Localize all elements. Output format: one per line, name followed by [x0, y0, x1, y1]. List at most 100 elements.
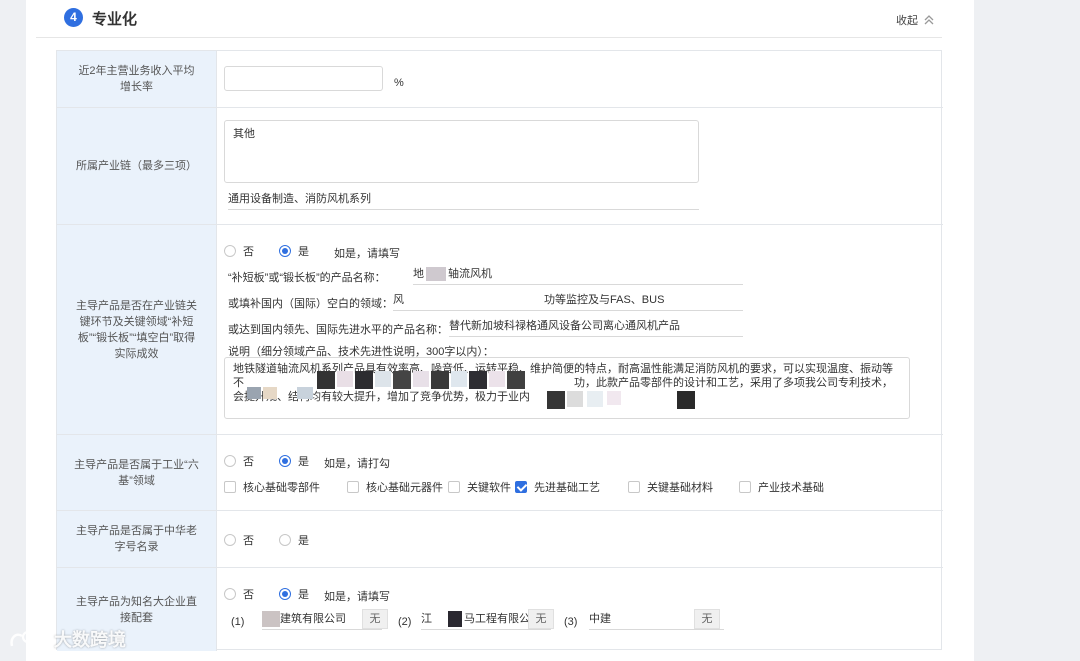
redaction-block — [426, 267, 446, 282]
watermark-logo-icon — [10, 630, 46, 647]
section-title: 专业化 — [92, 11, 138, 28]
checkbox-checked — [515, 481, 527, 493]
supplier-radio-yes[interactable]: 是 — [279, 586, 309, 602]
supplier-3-index: (3) — [564, 616, 578, 628]
check-label: 核心基础元器件 — [366, 482, 443, 494]
collapse-label: 收起 — [896, 15, 918, 27]
supplier-2-none-button[interactable]: 无 — [528, 609, 554, 629]
checkbox — [448, 481, 460, 493]
lead-product-field[interactable]: 替代新加坡科禄格通风设备公司离心通风机产品 — [449, 317, 743, 337]
radio-circle — [224, 534, 236, 546]
section-header: 4 专业化 收起 — [36, 0, 942, 38]
watermark-text: 大数跨境 — [54, 630, 126, 650]
lead-product-label: 或达到国内领先、国际先进水平的产品名称： — [228, 324, 448, 336]
six-base-hint: 如是，请打勾 — [324, 458, 390, 470]
supplier-1-index: (1) — [231, 616, 245, 628]
key-link-label: 主导产品是否在产业链关键环节及关键领域“补短板”“锻长板”“填空白”取得实际成效 — [57, 225, 217, 434]
checkbox — [739, 481, 751, 493]
chain-textarea[interactable]: 其他 — [224, 120, 699, 183]
six-base-label: 主导产品是否属于工业“六基”领域 — [57, 435, 217, 510]
checkbox — [224, 481, 236, 493]
check-core-components[interactable]: 核心基础元器件 — [347, 479, 443, 495]
six-base-radio-yes[interactable]: 是 — [279, 453, 309, 469]
check-label: 关键软件 — [467, 482, 511, 494]
product-name-value-b: 轴流风机 — [448, 268, 492, 280]
row-industry-chain: 所属产业链（最多三项） 其他 通用设备制造、消防风机系列 — [57, 108, 943, 225]
right-gutter — [974, 0, 1080, 661]
check-label: 先进基础工艺 — [534, 482, 600, 494]
radio-label: 否 — [243, 456, 254, 468]
growth-unit: % — [394, 77, 404, 89]
radio-label: 否 — [243, 589, 254, 601]
key-link-hint: 如是，请填写 — [334, 248, 400, 260]
supplier-3-none-button[interactable]: 无 — [694, 609, 720, 629]
row-key-link: 主导产品是否在产业链关键环节及关键领域“补短板”“锻长板”“填空白”取得实际成效… — [57, 225, 943, 435]
six-base-radio-no[interactable]: 否 — [224, 453, 254, 469]
checkbox — [347, 481, 359, 493]
radio-circle — [224, 245, 236, 257]
supplier-hint: 如是，请填写 — [324, 591, 390, 603]
radio-circle — [279, 534, 291, 546]
check-label: 关键基础材料 — [647, 482, 713, 494]
gap-value-b: 功等监控及与FAS、BUS — [544, 294, 665, 306]
radio-label: 是 — [298, 246, 309, 258]
product-name-value-a: 地 — [413, 268, 424, 280]
description-line-2-a: 不 — [233, 377, 244, 389]
check-core-parts[interactable]: 核心基础零部件 — [224, 479, 320, 495]
radio-label: 否 — [243, 246, 254, 258]
old-brand-label: 主导产品是否属于中华老字号名录 — [57, 511, 217, 567]
key-link-radio-yes[interactable]: 是 — [279, 243, 309, 259]
chevron-up-icon — [924, 15, 934, 25]
check-key-software[interactable]: 关键软件 — [448, 479, 511, 495]
growth-input[interactable] — [224, 66, 383, 91]
watermark: 大数跨境 — [8, 626, 126, 652]
key-link-content: 否 是 如是，请填写 “补短板”或“锻长板”的产品名称： 地 轴流风机 或填补国内… — [217, 225, 943, 434]
redaction-block — [448, 611, 462, 628]
gap-value-a: 风 — [393, 294, 404, 306]
key-link-radio-no[interactable]: 否 — [224, 243, 254, 259]
six-base-content: 否 是 如是，请打勾 核心基础零部件 核心基础元器件 关键软件 先进基础工艺 关… — [217, 435, 943, 510]
collapse-button[interactable]: 收起 — [896, 12, 934, 28]
row-old-brand: 主导产品是否属于中华老字号名录 否 是 — [57, 511, 943, 568]
supplier-1-value: 建筑有限公司 — [280, 613, 346, 625]
gap-field-label: 或填补国内（国际）空白的领域： — [228, 298, 393, 310]
supplier-content: 否 是 如是，请填写 (1) 建筑有限公司 无 (2) 江马工程有限公司 无 (… — [217, 568, 943, 651]
supplier-2-index: (2) — [398, 616, 412, 628]
step-number-badge: 4 — [64, 8, 83, 27]
radio-circle-checked — [279, 245, 291, 257]
radio-circle — [224, 455, 236, 467]
product-name-label: “补短板”或“锻长板”的产品名称： — [228, 272, 386, 284]
supplier-1-none-button[interactable]: 无 — [362, 609, 388, 629]
chain-content: 其他 通用设备制造、消防风机系列 — [217, 108, 943, 224]
redaction-block — [262, 611, 280, 628]
form-table: 近2年主营业务收入平均增长率 % 所属产业链（最多三项） 其他 通用设备制造、消… — [56, 50, 943, 651]
chain-value-field[interactable]: 通用设备制造、消防风机系列 — [228, 190, 699, 210]
radio-circle — [224, 588, 236, 600]
product-name-field[interactable]: 地 轴流风机 — [413, 265, 743, 285]
check-label: 核心基础零部件 — [243, 482, 320, 494]
check-key-materials[interactable]: 关键基础材料 — [628, 479, 713, 495]
radio-circle-checked — [279, 588, 291, 600]
supplier-radio-no[interactable]: 否 — [224, 586, 254, 602]
row-supplier: 主导产品为知名大企业直接配套 否 是 如是，请填写 (1) 建筑有限公司 无 (… — [57, 568, 943, 651]
radio-label: 是 — [298, 456, 309, 468]
gap-field[interactable]: 风 功等监控及与FAS、BUS — [393, 291, 743, 311]
radio-label: 是 — [298, 589, 309, 601]
chain-label: 所属产业链（最多三项） — [57, 108, 217, 224]
growth-content: % — [217, 51, 943, 107]
check-label: 产业技术基础 — [758, 482, 824, 494]
old-brand-radio-yes[interactable]: 是 — [279, 532, 309, 548]
old-brand-content: 否 是 — [217, 511, 943, 567]
redaction-mosaic — [247, 365, 717, 411]
old-brand-radio-no[interactable]: 否 — [224, 532, 254, 548]
growth-label: 近2年主营业务收入平均增长率 — [57, 51, 217, 107]
row-six-base: 主导产品是否属于工业“六基”领域 否 是 如是，请打勾 核心基础零部件 核心基础… — [57, 435, 943, 511]
radio-label: 否 — [243, 535, 254, 547]
check-advanced-process[interactable]: 先进基础工艺 — [515, 479, 600, 495]
radio-circle-checked — [279, 455, 291, 467]
radio-label: 是 — [298, 535, 309, 547]
supplier-2-value-a: 江 — [421, 613, 432, 625]
checkbox — [628, 481, 640, 493]
check-industry-tech[interactable]: 产业技术基础 — [739, 479, 824, 495]
row-growth: 近2年主营业务收入平均增长率 % — [57, 51, 943, 108]
